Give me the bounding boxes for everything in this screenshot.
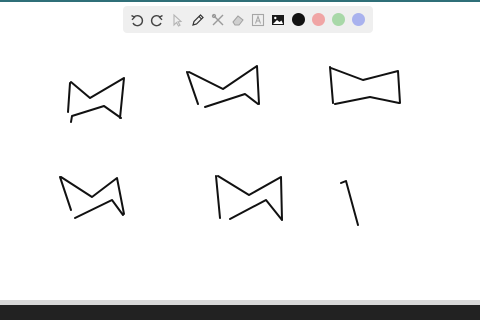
pointer-button[interactable] xyxy=(167,6,187,33)
horizontal-scrollbar[interactable] xyxy=(0,300,480,305)
undo-icon xyxy=(131,14,144,26)
color-blue-button[interactable] xyxy=(349,6,369,33)
color-swatch-red xyxy=(312,13,326,26)
drawing-stroke xyxy=(215,175,283,221)
bottom-bar xyxy=(0,300,480,320)
tools-icon xyxy=(211,13,224,25)
tools-button[interactable] xyxy=(208,6,228,33)
pointer-icon xyxy=(173,13,183,27)
pen-icon xyxy=(191,13,204,26)
drawing-stroke xyxy=(59,176,125,219)
eraser-button[interactable] xyxy=(228,6,248,33)
undo-button[interactable] xyxy=(127,6,147,33)
color-red-button[interactable] xyxy=(309,6,329,33)
eraser-icon xyxy=(232,14,244,25)
drawing-stroke xyxy=(67,77,125,123)
color-swatch-blue xyxy=(352,13,366,26)
pen-button[interactable] xyxy=(188,6,208,33)
image-button[interactable] xyxy=(268,6,288,33)
text-icon xyxy=(252,13,265,26)
redo-icon xyxy=(151,14,164,26)
color-swatch-green xyxy=(332,13,346,26)
drawing-toolbar xyxy=(123,6,373,33)
color-black-button[interactable] xyxy=(288,6,308,33)
redo-button[interactable] xyxy=(147,6,167,33)
color-green-button[interactable] xyxy=(329,6,349,33)
drawing-stroke xyxy=(186,65,260,108)
text-button[interactable] xyxy=(248,6,268,33)
drawing-stroke xyxy=(329,66,401,105)
color-swatch-black xyxy=(291,13,305,26)
drawing-canvas[interactable] xyxy=(0,38,480,300)
window-top-edge xyxy=(0,0,480,2)
drawing-stroke xyxy=(340,180,359,226)
image-icon xyxy=(272,14,285,25)
drawing-surface xyxy=(59,65,401,226)
